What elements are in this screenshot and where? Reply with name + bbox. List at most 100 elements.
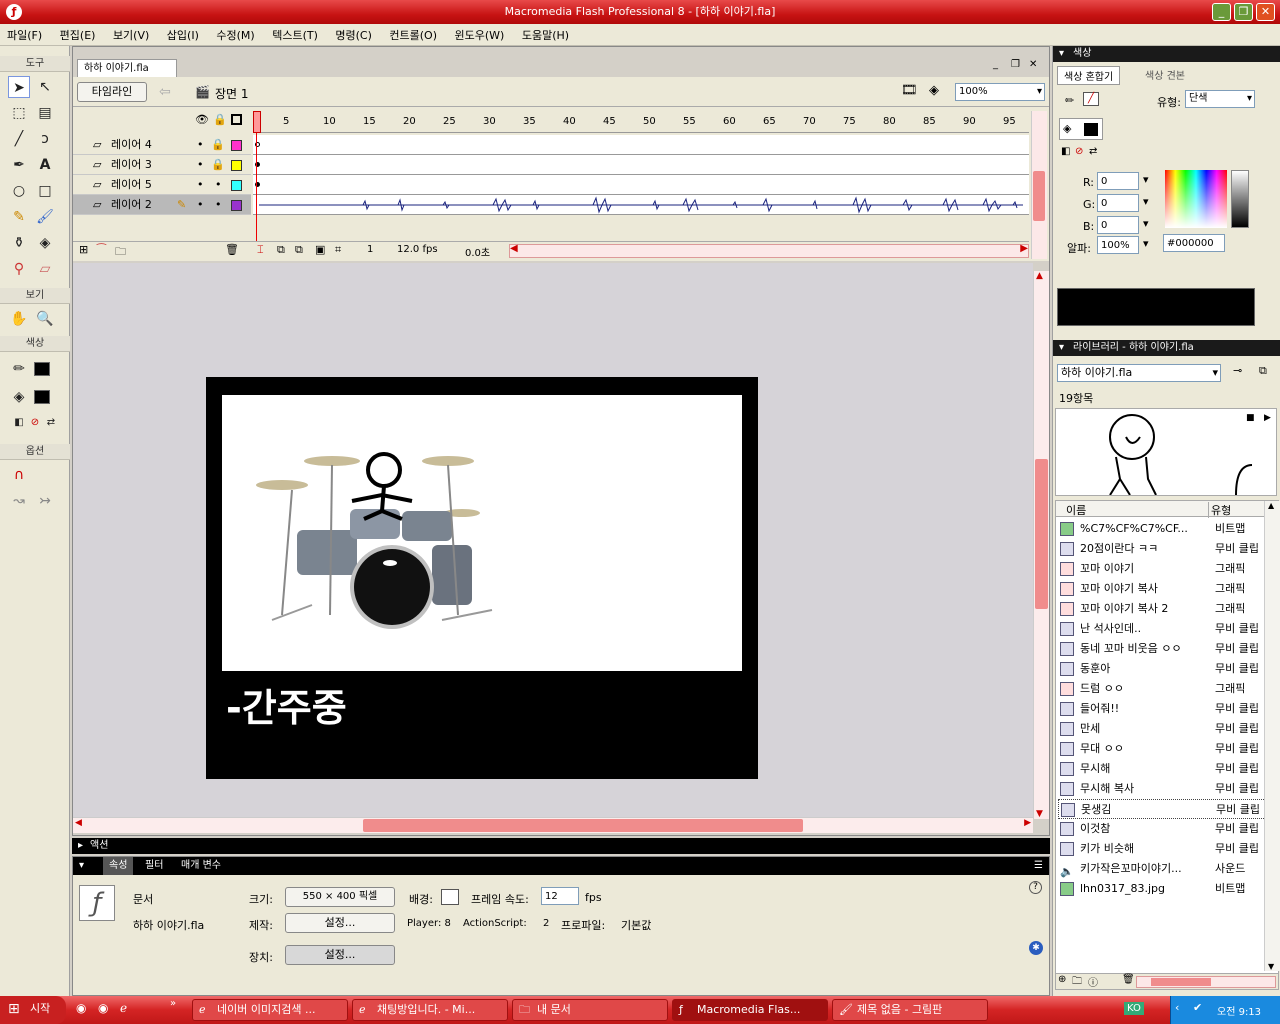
quicklaunch-media-icon[interactable]: ◉ (98, 1001, 108, 1015)
straighten-icon[interactable]: ↣ (34, 490, 56, 512)
delete-layer-icon[interactable]: 🗑 (225, 243, 239, 256)
tray-app-icon[interactable]: ✔ (1193, 1001, 1202, 1014)
timeline-vscroll[interactable] (1031, 111, 1047, 259)
library-hscroll[interactable] (1136, 976, 1276, 988)
library-panel-header[interactable]: ▾ 라이브러리 - 하하 이야기.fla (1053, 340, 1280, 356)
list-item[interactable]: 꼬마 이야기 복사 그래픽 (1058, 579, 1270, 599)
scroll-thumb[interactable] (1151, 978, 1211, 986)
stage-canvas[interactable] (222, 395, 742, 671)
fill-color-swatch[interactable] (34, 390, 50, 404)
pin-library-icon[interactable]: ⊸ (1233, 364, 1242, 377)
task-button[interactable]: ℯ 채팅방입니다. - Mi... (352, 999, 508, 1021)
scroll-down-icon[interactable]: ▼ (1036, 809, 1043, 819)
type-select[interactable]: 단색 ▾ (1185, 90, 1255, 108)
tab-color-swatches[interactable]: 색상 견본 (1145, 67, 1185, 82)
list-item[interactable]: 꼬마 이야기 복사 2 그래픽 (1058, 599, 1270, 619)
smooth-icon[interactable]: ↝ (8, 490, 30, 512)
ink-bottle-icon[interactable]: ⚱ (8, 232, 30, 254)
list-item[interactable]: 키가 비슷해 무비 클립 (1058, 839, 1270, 859)
line-tool-icon[interactable]: ╱ (8, 128, 30, 150)
lock-dot-icon[interactable]: • (215, 175, 222, 195)
zoom-select[interactable]: 100% ▾ (955, 83, 1045, 101)
eraser-icon[interactable]: ▱ (34, 258, 56, 280)
color-spectrum[interactable] (1165, 170, 1227, 228)
lock-icon[interactable]: 🔒 (211, 155, 225, 175)
frame-row[interactable] (253, 135, 1029, 155)
doc-close-icon[interactable]: ✕ (1029, 59, 1037, 70)
onion-outline-icon[interactable]: ⧉ (295, 243, 303, 257)
new-folder-icon[interactable]: 🗀 (1072, 974, 1082, 991)
timeline-ruler[interactable]: 5 10 15 20 25 30 35 40 45 50 55 60 65 70… (253, 111, 1029, 133)
onion-skin-icon[interactable]: ⧉ (277, 243, 285, 257)
layer-row[interactable]: ▱ 레이어 3 • 🔒 (73, 155, 251, 175)
alpha-input[interactable] (1097, 236, 1139, 254)
lock-icon[interactable]: 🔒 (213, 113, 227, 126)
ime-indicator[interactable]: KO (1124, 1002, 1144, 1015)
doc-minimize-icon[interactable]: _ (993, 59, 998, 70)
library-file-select[interactable]: 하하 이야기.fla ▾ (1057, 364, 1221, 382)
preview-stop-icon[interactable]: ■ (1246, 413, 1255, 423)
red-input[interactable] (1097, 172, 1139, 190)
back-arrow-icon[interactable]: ⇦ (159, 84, 171, 100)
maximize-button[interactable]: ❐ (1234, 3, 1253, 21)
list-item[interactable]: 🔈 키가작은꼬마이야기... 사운드 (1058, 859, 1270, 879)
scroll-right-icon[interactable]: ▶ (1024, 818, 1031, 828)
stroke-color-swatch[interactable] (34, 362, 50, 376)
layer-color-swatch[interactable] (231, 200, 242, 211)
rectangle-tool-icon[interactable]: □ (34, 180, 56, 202)
outline-icon[interactable] (231, 114, 242, 125)
quicklaunch-more-icon[interactable]: » (170, 998, 176, 1009)
preview-play-icon[interactable]: ▶ (1264, 413, 1271, 423)
menu-modify[interactable]: 수정(M) (209, 24, 261, 46)
tab-properties[interactable]: 속성 (103, 857, 134, 875)
fill-swatch-box[interactable]: ◈ (1059, 118, 1103, 140)
drum-kit-graphic[interactable] (252, 445, 512, 645)
menu-control[interactable]: 컨트롤(O) (382, 24, 444, 46)
library-vscroll[interactable]: ▲ ▼ (1264, 501, 1280, 971)
task-button-active[interactable]: ƒ Macromedia Flas... (672, 999, 828, 1021)
snap-magnet-icon[interactable]: ∩ (8, 464, 30, 486)
panel-menu-icon[interactable]: ☰ (1034, 857, 1043, 875)
visible-dot-icon[interactable]: • (197, 175, 204, 195)
fps-input[interactable] (541, 887, 579, 905)
scroll-up-icon[interactable]: ▲ (1268, 501, 1274, 510)
selection-tool-icon[interactable]: ➤ (8, 76, 30, 98)
paint-bucket-icon[interactable]: ◈ (34, 232, 56, 254)
device-settings-button[interactable]: 설정... (285, 945, 395, 965)
list-item[interactable]: 만세 무비 클립 (1058, 719, 1270, 739)
scroll-thumb[interactable] (363, 819, 803, 832)
frame-row[interactable] (253, 175, 1029, 195)
subselection-tool-icon[interactable]: ↖ (34, 76, 56, 98)
list-item[interactable]: 난 석사인데.. 무비 클립 (1058, 619, 1270, 639)
lock-icon[interactable]: 🔒 (211, 135, 225, 155)
accessibility-icon[interactable]: ✱ (1029, 941, 1043, 955)
minimize-button[interactable]: _ (1212, 3, 1231, 21)
help-icon[interactable]: ? (1029, 881, 1042, 894)
menu-view[interactable]: 보기(V) (106, 24, 156, 46)
task-button[interactable]: 🖌 제목 없음 - 그림판 (832, 999, 988, 1021)
no-stroke-icon[interactable]: ╱ (1083, 92, 1099, 106)
stage-vscroll[interactable]: ▲ ▼ (1033, 271, 1049, 819)
timeline-toggle-button[interactable]: 타임라인 (77, 82, 147, 102)
chevron-down-icon[interactable]: ▾ (1143, 173, 1149, 186)
lasso-tool-icon[interactable]: ↄ (34, 128, 56, 150)
quicklaunch-ie-icon[interactable]: ℯ (120, 1001, 127, 1015)
col-type[interactable]: 유형 (1208, 502, 1231, 518)
default-colors-icon[interactable]: ◧ (1061, 146, 1070, 157)
zoom-tool-icon[interactable]: 🔍 (34, 308, 56, 330)
playhead-marker[interactable] (253, 111, 261, 133)
frame-row[interactable] (253, 155, 1029, 175)
visible-dot-icon[interactable]: • (197, 195, 204, 215)
document-tab[interactable]: 하하 이야기.fla (77, 59, 177, 77)
tab-filters[interactable]: 필터 (145, 857, 163, 875)
menu-file[interactable]: 파일(F) (0, 24, 49, 46)
size-button[interactable]: 550 × 400 픽셀 (285, 887, 395, 907)
scroll-right-icon[interactable]: ▶ (1020, 243, 1028, 254)
brightness-bar[interactable] (1231, 170, 1249, 228)
list-item[interactable]: 동훈아 무비 클립 (1058, 659, 1270, 679)
frame-row-sound[interactable] (253, 195, 1029, 215)
list-item-focused[interactable]: 못생김 무비 클립 (1058, 799, 1270, 819)
list-item[interactable]: 무시해 무비 클립 (1058, 759, 1270, 779)
publish-settings-button[interactable]: 설정... (285, 913, 395, 933)
visible-dot-icon[interactable]: • (197, 135, 204, 155)
